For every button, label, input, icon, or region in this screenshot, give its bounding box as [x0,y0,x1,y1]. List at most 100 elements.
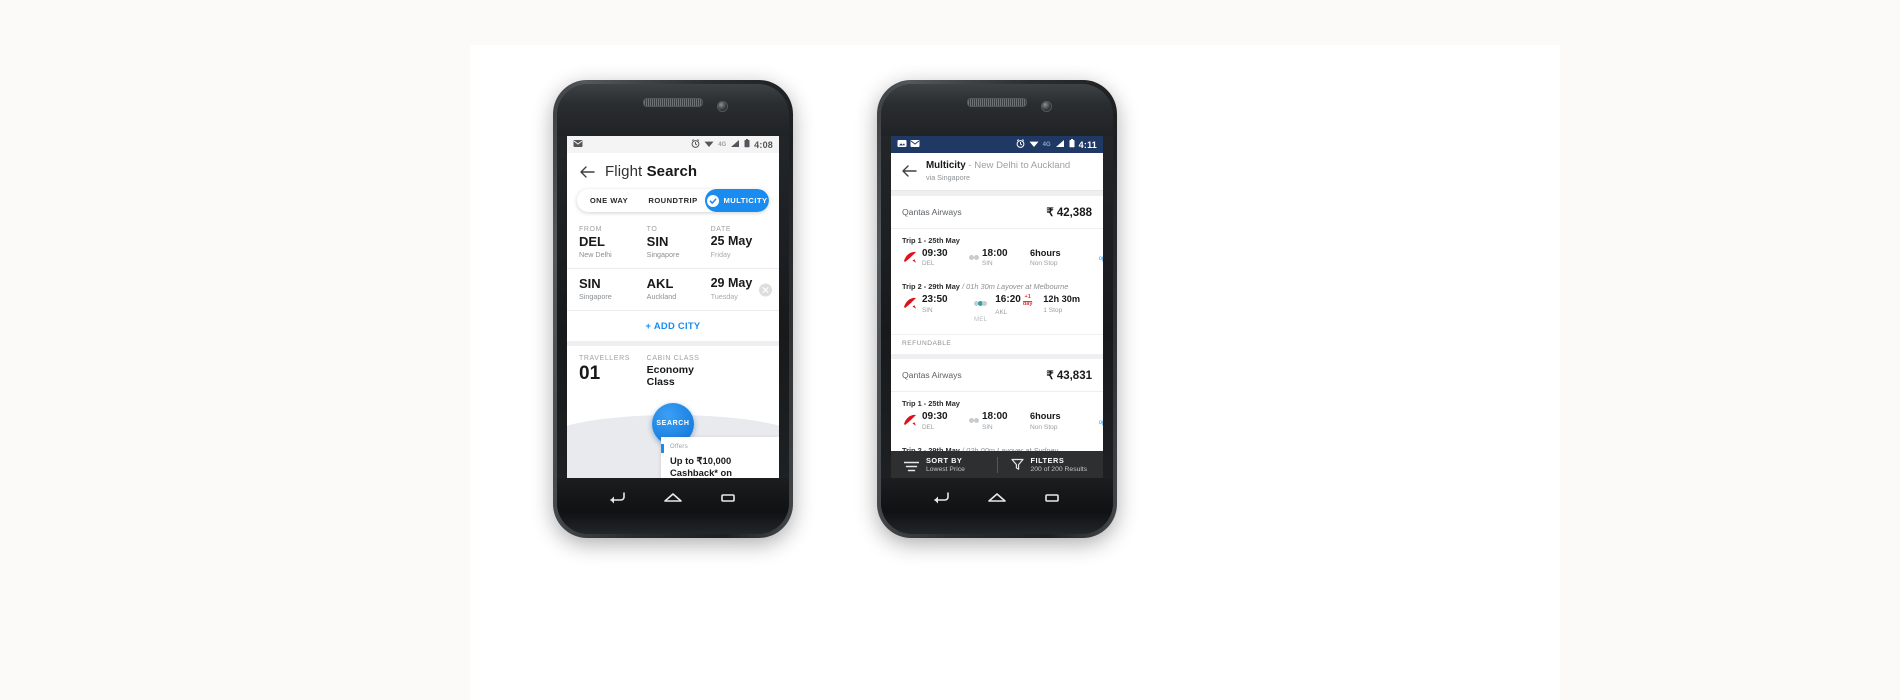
arr-time-wrap: 18:00 [982,247,1026,260]
result-1-leg-2: 23:50 SIN MEL 16:20 +1 day AKL 12h 30m 1… [891,291,1103,334]
page-canvas: 4G 4:08 Flight Search ONE WAY ROUNDTRIP … [0,0,1900,700]
wifi-icon [1029,139,1039,150]
wifi-icon [704,139,714,150]
route-1-date[interactable]: DATE 25 May Friday [711,226,767,259]
network-4g-icon: 4G [718,141,727,148]
battery-icon [744,139,750,150]
filters-text: FILTERS 200 of 200 Results [1031,456,1088,474]
travellers-field[interactable]: TRAVELLERS 01 [579,355,647,389]
filters-title: FILTERS [1030,455,1065,465]
duration: 6hours [1030,411,1061,422]
route-2-from-code: SIN [579,276,601,292]
result-2-leg-1-options[interactable]: +1 option [1092,412,1103,426]
dep-code: SIN [922,306,933,314]
right-phone-top-bezel [881,84,1113,136]
route-1-from[interactable]: FROM DEL New Delhi [579,226,647,259]
route-2-to[interactable]: AKL Auckland [646,276,711,301]
route-2-from-city: Singapore [579,292,612,302]
right-status-icons: 4G 4:11 [1016,139,1097,150]
flight-result-card[interactable]: Qantas Airways ₹ 42,388 Trip 1 - 25th Ma… [891,195,1103,355]
left-phone-screen: 4G 4:08 Flight Search ONE WAY ROUNDTRIP … [567,136,779,478]
cabin-class-field[interactable]: CABIN CLASS Economy Class [647,355,711,389]
android-home-icon[interactable] [660,488,686,508]
route-1-from-code: DEL [579,234,605,249]
search-section: SEARCH [567,400,779,467]
result-1-airline: Qantas Airways [902,206,962,217]
dep-code: DEL [922,260,935,268]
android-back-icon[interactable] [605,488,631,508]
result-1-leg-2-trip-label: Trip 2 - 29th May / 01h 30m Layover at M… [891,275,1103,291]
results-title-light: - New Delhi to Auckland [968,160,1071,171]
right-phone-device: 4G 4:11 Multicity - New Delhi to Aucklan… [877,80,1117,538]
arr-code: SIN [982,260,993,268]
android-recents-icon[interactable] [1039,488,1065,508]
path-dot-start [974,418,979,424]
dep-time: 09:30 [922,247,948,259]
dep-code: DEL [922,423,935,431]
path-dot-start [974,254,979,260]
right-phone-inner: 4G 4:11 Multicity - New Delhi to Aucklan… [881,84,1113,534]
options-label: option [1098,418,1103,426]
result-1-leg-1-departure: 09:30 DEL [922,247,966,268]
results-subtitle: via Singapore [926,172,970,182]
tab-one-way[interactable]: ONE WAY [577,196,641,205]
add-city-button[interactable]: + ADD CITY [567,310,779,342]
left-phone-top-bezel [557,84,789,136]
flight-search-header: Flight Search [567,153,779,189]
filters-button[interactable]: FILTERS 200 of 200 Results [998,456,1104,474]
route-1-to-code: SIN [646,234,669,249]
result-2-price: ₹ 43,831 [1046,370,1092,383]
result-1-leg-1-options[interactable]: +1 option [1092,249,1103,262]
earpiece-speaker-icon [643,98,703,107]
left-phone-bottom-bezel [557,478,789,534]
filters-value: 200 of 200 Results [1030,466,1088,474]
route-2-from[interactable]: SIN Singapore [579,276,647,302]
result-2-leg-1-path [969,412,979,425]
route-1-to-city: Singapore [646,250,680,260]
result-1-leg-2-duration: 12h 30m 1 Stop [1043,295,1101,314]
android-back-icon[interactable] [929,488,955,508]
label-from: FROM [579,226,603,233]
options-label: option [1098,255,1103,263]
back-arrow-icon[interactable] [901,164,917,178]
route-1-date-day: Friday [710,249,731,259]
back-arrow-icon[interactable] [579,165,595,179]
route-2-to-code: AKL [646,276,674,292]
result-1-leg-1-arrival: 18:00 SIN [982,247,1026,268]
trip-label: Trip 2 - 29th May [902,282,960,292]
right-status-time: 4:11 [1078,139,1097,150]
mail-icon [910,139,920,150]
travellers-value: 01 [579,363,601,385]
duration: 12h 30m [1043,294,1081,305]
route-row-2[interactable]: SIN Singapore AKL Auckland 29 May Tuesda… [567,268,779,310]
next-day-indicator: +1day [1022,294,1033,307]
arr-time: 16:20 [995,294,1021,306]
left-phone-inner: 4G 4:08 Flight Search ONE WAY ROUNDTRIP … [557,84,789,534]
offer-card[interactable]: Offers Up to ₹10,000 Cashback* on Intern… [661,436,779,478]
arr-code: AKL [995,308,1008,316]
trip-label: Trip 1 - 25th May [902,235,960,245]
result-2-airline: Qantas Airways [902,370,962,381]
stops: 1 Stop [1043,307,1063,315]
route-1-to[interactable]: TO SIN Singapore [647,226,711,259]
remove-route-button[interactable] [759,283,772,297]
path-dot-end [982,301,988,307]
tab-multicity-label: MULTICITY [723,196,768,205]
trip-label: Trip 1 - 25th May [902,399,960,409]
android-recents-icon[interactable] [715,488,741,508]
arr-time: 18:00 [982,247,1008,259]
route-1-date-value: 25 May [710,234,753,248]
result-2-leg-1-trip-label: Trip 1 - 25th May [891,392,1103,408]
battery-icon [1069,139,1075,150]
result-1-leg-1-duration: 6hours Non Stop [1030,248,1088,267]
route-row-1[interactable]: FROM DEL New Delhi TO SIN Singapore DATE… [567,218,779,268]
android-home-icon[interactable] [984,488,1010,508]
tab-multicity[interactable]: MULTICITY [705,189,769,212]
check-icon [706,194,719,207]
result-1-leg-1: 09:30 DEL 18:00 SIN 6hours Non Stop o [891,245,1103,276]
tab-roundtrip[interactable]: ROUNDTRIP [641,196,705,205]
trip-type-tabs[interactable]: ONE WAY ROUNDTRIP MULTICITY [577,189,769,212]
left-android-navbar [557,488,789,508]
sort-by-button[interactable]: SORT BY Lowest Price [891,456,997,473]
route-list: FROM DEL New Delhi TO SIN Singapore DATE… [567,218,779,342]
